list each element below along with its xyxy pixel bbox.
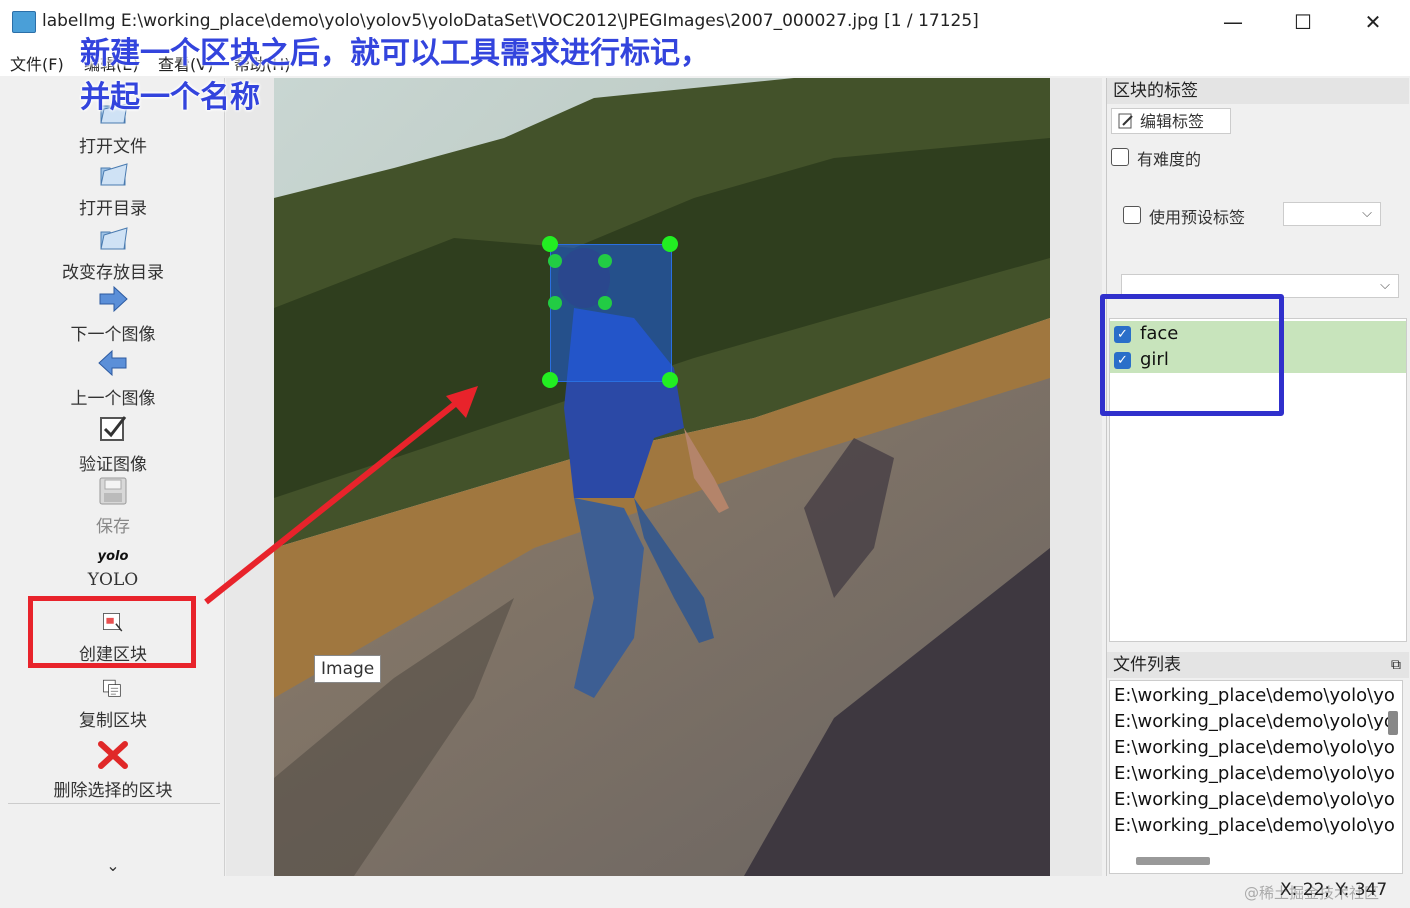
- save-label: 保存: [96, 517, 130, 537]
- toolbar-divider: [8, 803, 220, 804]
- float-dock-icon[interactable]: ⧉: [1391, 652, 1401, 678]
- maximize-button[interactable]: ☐: [1280, 6, 1326, 38]
- edit-label-text: 编辑标签: [1140, 112, 1205, 131]
- toolbar-more-chevron-icon[interactable]: ⌄: [2, 856, 224, 875]
- change-save-dir-button[interactable]: 改变存放目录: [2, 222, 224, 283]
- image-canvas[interactable]: [226, 78, 1102, 876]
- face-bounding-box[interactable]: [550, 244, 672, 382]
- save-button[interactable]: 保存: [2, 476, 224, 537]
- chevron-down-icon: ⌵: [1362, 206, 1372, 221]
- yolo-format-label: YOLO: [87, 570, 139, 590]
- next-image-label: 下一个图像: [70, 325, 156, 345]
- right-panel: 区块的标签 编辑标签 有难度的 使用预设标签 ⌵ ⌵ ✓ face ✓ girl…: [1106, 78, 1409, 876]
- yolo-format-icon: yolo: [97, 549, 129, 564]
- highlight-create-box: [28, 596, 196, 668]
- photo-image: [274, 78, 1050, 876]
- use-default-label-text: 使用预设标签: [1149, 208, 1246, 227]
- annotation-note-line1: 新建一个区块之后，就可以工具需求进行标记，: [80, 36, 710, 71]
- open-file-label: 打开文件: [79, 137, 147, 157]
- edit-pencil-icon: [1118, 113, 1133, 129]
- file-list-hscrollbar[interactable]: [1136, 857, 1210, 865]
- difficult-checkbox[interactable]: [1111, 148, 1129, 166]
- open-dir-button[interactable]: 打开目录: [2, 158, 224, 219]
- default-label-combo[interactable]: ⌵: [1283, 202, 1381, 226]
- bbox-inner-handle[interactable]: [598, 296, 612, 310]
- copy-box-icon: [103, 679, 121, 697]
- file-dock-title-text: 文件列表: [1113, 655, 1181, 675]
- change-dir-icon: [100, 227, 128, 250]
- open-dir-label: 打开目录: [79, 199, 147, 219]
- prev-image-label: 上一个图像: [70, 389, 156, 409]
- next-arrow-icon: [99, 285, 128, 313]
- file-dock-title: 文件列表 ⧉: [1107, 652, 1409, 678]
- file-list-item[interactable]: E:\working_place\demo\yolo\yo: [1114, 685, 1395, 706]
- bbox-handle-bottom-right[interactable]: [662, 372, 678, 388]
- delete-box-label: 删除选择的区块: [53, 781, 173, 801]
- menu-file[interactable]: 文件(F): [10, 51, 64, 75]
- prev-image-button[interactable]: 上一个图像: [2, 348, 224, 409]
- minimize-button[interactable]: —: [1210, 6, 1256, 38]
- open-folder-icon: [100, 163, 128, 186]
- file-list-item[interactable]: E:\working_place\demo\yolo\yo: [1114, 815, 1395, 836]
- bbox-handle-top-right[interactable]: [662, 236, 678, 252]
- status-coordinates: X: 22; Y: 347: [1280, 880, 1388, 900]
- copy-box-label: 复制区块: [79, 711, 147, 731]
- image-tooltip: Image: [314, 655, 382, 683]
- file-list[interactable]: E:\working_place\demo\yolo\yo E:\working…: [1109, 680, 1403, 874]
- copy-box-button[interactable]: 复制区块: [2, 678, 224, 731]
- verify-image-button[interactable]: 验证图像: [2, 414, 224, 475]
- close-button[interactable]: ✕: [1350, 6, 1396, 38]
- change-save-dir-label: 改变存放目录: [62, 263, 164, 283]
- app-icon: [12, 11, 36, 33]
- chevron-down-icon: ⌵: [1380, 278, 1390, 293]
- highlight-label-list: [1100, 294, 1284, 416]
- verify-image-label: 验证图像: [79, 455, 147, 475]
- edit-label-button[interactable]: 编辑标签: [1111, 108, 1231, 134]
- bbox-inner-handle[interactable]: [598, 254, 612, 268]
- labels-dock-title: 区块的标签: [1107, 78, 1409, 104]
- use-default-label-checkbox[interactable]: [1123, 206, 1141, 224]
- annotation-note-line2: 并起一个名称: [80, 80, 260, 115]
- delete-box-icon: [98, 741, 128, 769]
- save-icon: [99, 477, 127, 505]
- delete-box-button[interactable]: 删除选择的区块: [2, 740, 224, 801]
- bbox-handle-bottom-left[interactable]: [542, 372, 558, 388]
- verify-check-icon: [100, 416, 127, 441]
- file-list-item[interactable]: E:\working_place\demo\yolo\yo: [1114, 763, 1395, 784]
- file-list-item[interactable]: E:\working_place\demo\yolo\yo: [1114, 789, 1395, 810]
- file-list-item[interactable]: E:\working_place\demo\yolo\yo: [1114, 711, 1395, 732]
- prev-arrow-icon: [98, 349, 127, 377]
- yolo-format-button[interactable]: yolo YOLO: [2, 546, 224, 590]
- next-image-button[interactable]: 下一个图像: [2, 284, 224, 345]
- bbox-inner-handle[interactable]: [548, 296, 562, 310]
- bbox-inner-handle[interactable]: [548, 254, 562, 268]
- file-list-item[interactable]: E:\working_place\demo\yolo\yo: [1114, 737, 1395, 758]
- bbox-handle-top-left[interactable]: [542, 236, 558, 252]
- tool-bar: 打开文件 打开目录 改变存放目录 下一个图像 上一个图像 验证图像 保存 yol…: [2, 78, 225, 876]
- difficult-label: 有难度的: [1137, 150, 1202, 169]
- file-list-vscrollbar[interactable]: [1388, 711, 1398, 735]
